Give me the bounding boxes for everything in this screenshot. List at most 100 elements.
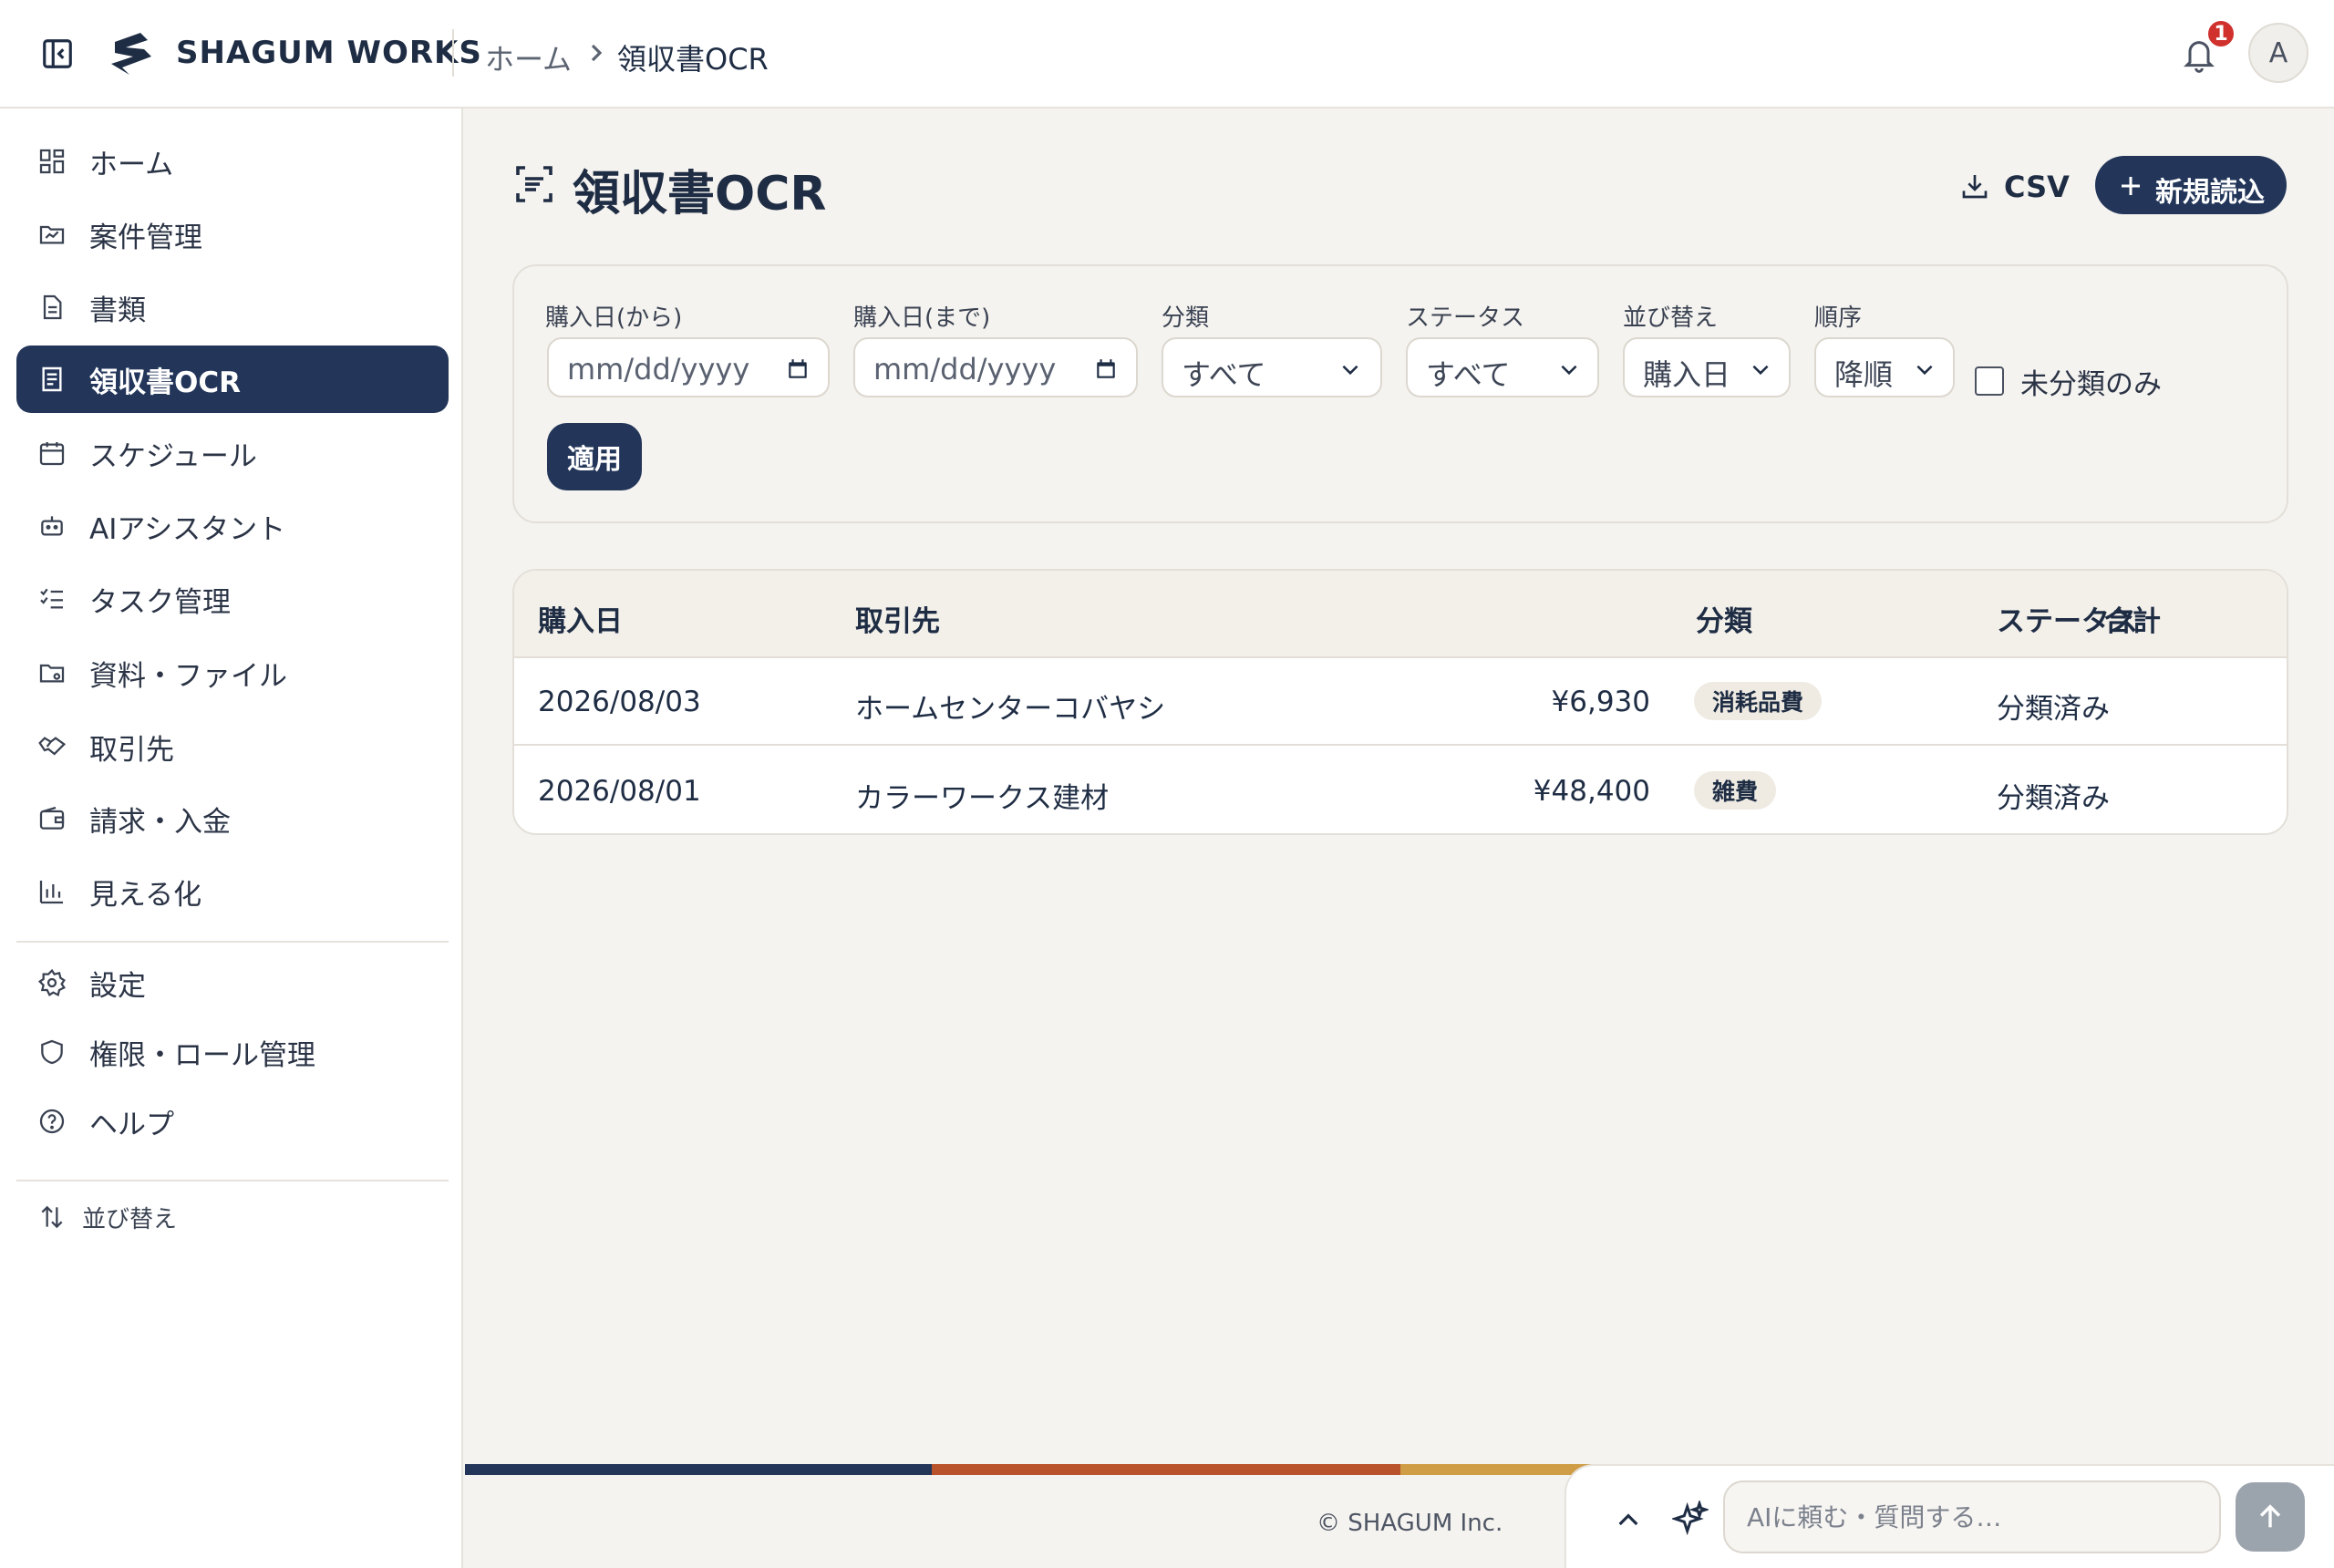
sidebar-item-label: ヘルプ [89,1108,174,1141]
sidebar-item-label: スケジュール [89,439,257,473]
order-select[interactable]: 降順 [1814,337,1955,397]
sort-label: 並び替え [1623,304,1719,332]
unclassified-only-label: 未分類のみ [2020,368,2162,401]
sidebar-item-label: タスク管理 [89,585,231,619]
cell-total: ¥48,400 [1533,775,1650,808]
table-row[interactable]: 2026/08/03 ホームセンターコバヤシ ¥6,930 消耗品費 分類済み [514,658,2287,746]
sidebar-item-label: 資料・ファイル [89,659,287,693]
scan-text-icon [516,166,553,202]
sidebar-divider [16,941,449,943]
column-header-status[interactable]: ステータス [1997,598,2138,639]
chevron-up-icon[interactable] [1614,1506,1643,1535]
cell-vendor: ホームセンターコバヤシ [855,693,1166,726]
sidebar-item-tasks[interactable]: タスク管理 [16,565,449,633]
column-header-vendor[interactable]: 取引先 [855,598,940,639]
shield-icon [36,1037,67,1068]
sidebar-item-analytics[interactable]: 見える化 [16,858,449,925]
chevron-down-icon [1916,365,1933,376]
sidebar-item-label: AIアシスタント [89,512,286,546]
gear-icon [36,967,67,998]
download-icon [1962,175,1988,199]
sort-select[interactable]: 購入日 [1623,337,1791,397]
sidebar-item-label: 案件管理 [89,221,202,254]
sort-arrows-icon [36,1202,67,1233]
cell-status: 分類済み [1997,782,2110,815]
status-label: ステータス [1406,304,1525,332]
sidebar-item-label: ホーム [89,148,174,181]
sidebar-item-clients[interactable]: 取引先 [16,713,449,780]
sidebar-item-label: 取引先 [89,733,174,767]
receipt-table: 購入日 取引先 合計 分類 ステータス 2026/08/03 ホームセンターコバ… [512,569,2288,835]
status-select[interactable]: すべて [1406,337,1599,397]
category-select[interactable]: すべて [1162,337,1382,397]
sidebar-item-home[interactable]: ホーム [16,128,449,195]
order-label: 順序 [1814,304,1863,332]
order-value: 降順 [1834,357,1894,392]
sidebar-item-settings[interactable]: 設定 [16,949,449,1016]
category-chip: 消耗品費 [1694,682,1823,720]
sidebar-item-label: 請求・入金 [89,805,231,839]
calendar-icon[interactable] [1094,357,1118,381]
filter-panel: 購入日(から) mm/dd/yyyy 購入日(まで) mm/dd/yyyy 分類… [512,264,2288,523]
sidebar-item-billing[interactable]: 請求・入金 [16,785,449,852]
sidebar-item-projects[interactable]: 案件管理 [16,201,449,268]
column-header-category[interactable]: 分類 [1696,598,1752,639]
arrow-up-icon [2259,1504,2281,1528]
sidebar-item-documents[interactable]: 書類 [16,273,449,341]
sidebar-item-schedule[interactable]: スケジュール [16,419,449,487]
column-header-date[interactable]: 購入日 [538,598,623,639]
table-header: 購入日 取引先 合計 分類 ステータス [514,571,2287,658]
sidebar-item-roles[interactable]: 権限・ロール管理 [16,1018,449,1086]
document-icon [36,292,67,323]
calendar-icon[interactable] [786,357,810,381]
date-from-placeholder: mm/dd/yyyy [567,352,750,387]
sidebar-item-help[interactable]: ヘルプ [16,1088,449,1155]
cell-date: 2026/08/01 [538,775,701,808]
bot-icon [36,511,67,542]
shagum-logo-icon[interactable] [108,31,155,77]
csv-label: CSV [2004,170,2070,204]
ai-prompt-input[interactable] [1723,1480,2221,1553]
sparkle-icon [1672,1501,1709,1536]
status-value: すべて [1426,357,1511,392]
footer-copyright: © SHAGUM Inc. [1317,1510,1503,1537]
sidebar: ホーム 案件管理 書類 領収書OCR スケジュール AIアシスタント タスク管理… [0,108,463,1568]
sidebar-toggle-icon[interactable] [40,36,75,71]
breadcrumb-home[interactable]: ホーム [485,36,572,78]
category-chip: 雑費 [1694,771,1777,810]
help-icon [36,1106,67,1137]
chevron-down-icon [1752,365,1769,376]
table-row[interactable]: 2026/08/01 カラーワークス建材 ¥48,400 雑費 分類済み [514,748,2287,833]
cell-status: 分類済み [1997,693,2110,726]
sidebar-item-label: 見える化 [89,878,202,912]
sidebar-item-files[interactable]: 資料・ファイル [16,639,449,707]
grid-icon [36,146,67,177]
sidebar-item-label: 書類 [89,294,146,327]
header-divider [452,29,454,77]
brand-name: SHAGUM WORKS [176,35,482,71]
apply-button[interactable]: 適用 [547,423,642,490]
sidebar-item-ai-assistant[interactable]: AIアシスタント [16,492,449,560]
unclassified-only-checkbox[interactable] [1975,366,2004,396]
sidebar-item-receipt-ocr[interactable]: 領収書OCR [16,346,449,413]
csv-export-button[interactable]: CSV [1947,157,2070,213]
sidebar-divider [16,1180,449,1181]
sidebar-sort-button[interactable]: 並び替え [16,1183,449,1251]
cell-date: 2026/08/03 [538,686,701,718]
date-from-input[interactable]: mm/dd/yyyy [547,337,830,397]
new-scan-label: 新規読込 [2155,177,2265,209]
cell-vendor: カラーワークス建材 [855,782,1110,815]
folder-icon [36,657,67,688]
cell-total: ¥6,930 [1551,686,1650,718]
sidebar-item-label: 権限・ロール管理 [89,1038,315,1072]
top-header: SHAGUM WORKS ホーム 領収書OCR 1 A [0,0,2334,108]
handshake-icon [36,731,67,762]
date-to-input[interactable]: mm/dd/yyyy [853,337,1138,397]
sidebar-item-label: 設定 [89,969,146,1003]
new-scan-button[interactable]: 新規読込 [2095,156,2287,214]
avatar[interactable]: A [2248,23,2308,83]
folder-chart-icon [36,219,67,250]
send-button[interactable] [2236,1482,2305,1552]
date-to-placeholder: mm/dd/yyyy [873,352,1057,387]
footer-stripe-rust [932,1464,1400,1475]
